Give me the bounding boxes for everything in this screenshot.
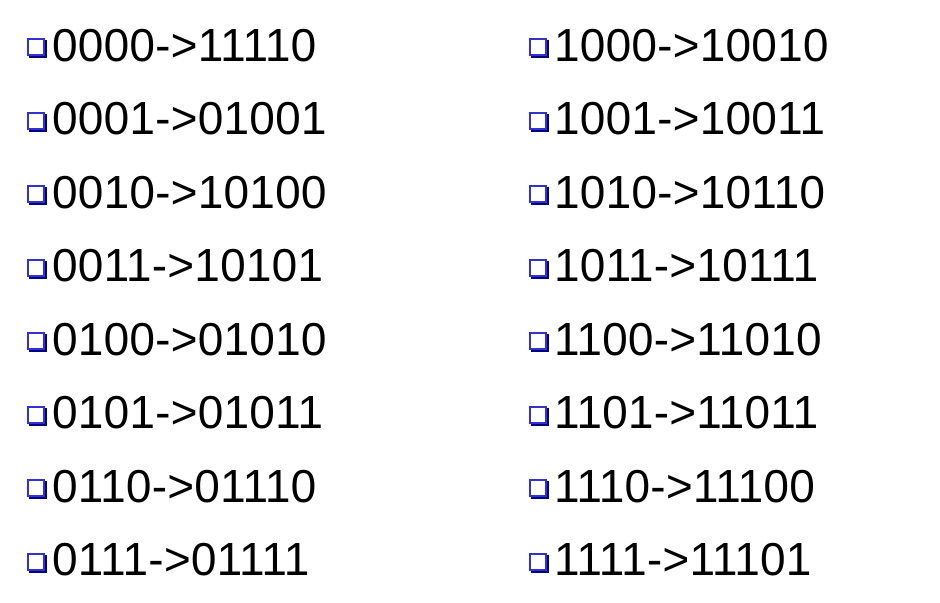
code-mapping-text: 0101->01011	[52, 386, 324, 439]
list-item: 1110->11100	[528, 449, 829, 523]
list-item: 0111->01111	[26, 523, 327, 597]
list-item: 0000->11110	[26, 8, 327, 82]
list-item: 0101->01011	[26, 376, 327, 450]
square-bullet-icon	[26, 331, 48, 353]
list-item: 1001->10011	[528, 82, 829, 156]
square-bullet-icon	[26, 111, 48, 133]
square-bullet-icon	[26, 184, 48, 206]
left-code-column: 0000->11110 0001->01001 0010->10100 0011…	[26, 8, 327, 596]
list-item: 1010->10110	[528, 155, 829, 229]
square-bullet-icon	[26, 478, 48, 500]
square-bullet-icon	[528, 184, 550, 206]
list-item: 1000->10010	[528, 8, 829, 82]
code-mapping-text: 1010->10110	[554, 165, 826, 218]
code-mapping-text: 1110->11100	[554, 459, 815, 512]
code-mapping-text: 0010->10100	[52, 165, 327, 218]
square-bullet-icon	[528, 405, 550, 427]
code-mapping-text: 1001->10011	[554, 92, 826, 145]
list-item: 1100->11010	[528, 302, 829, 376]
square-bullet-icon	[26, 37, 48, 59]
code-mapping-text: 1111->11101	[554, 533, 812, 586]
list-item: 0011->10101	[26, 229, 327, 303]
code-mapping-text: 1100->11010	[554, 312, 822, 365]
list-item: 1011->10111	[528, 229, 829, 303]
square-bullet-icon	[528, 37, 550, 59]
square-bullet-icon	[26, 552, 48, 574]
square-bullet-icon	[528, 331, 550, 353]
code-mapping-text: 1101->11011	[554, 386, 819, 439]
code-mapping-text: 0100->01010	[52, 312, 327, 365]
code-mapping-text: 1011->10111	[554, 239, 819, 292]
code-mapping-text: 0110->01110	[52, 459, 317, 512]
code-mapping-text: 0011->10101	[52, 239, 324, 292]
code-mapping-text: 0000->11110	[52, 18, 317, 71]
square-bullet-icon	[26, 258, 48, 280]
bullet-list-slide: 0000->11110 0001->01001 0010->10100 0011…	[0, 0, 940, 603]
list-item: 1111->11101	[528, 523, 829, 597]
square-bullet-icon	[528, 478, 550, 500]
code-mapping-text: 1000->10010	[554, 18, 829, 71]
square-bullet-icon	[528, 258, 550, 280]
square-bullet-icon	[528, 552, 550, 574]
square-bullet-icon	[528, 111, 550, 133]
list-item: 0100->01010	[26, 302, 327, 376]
code-mapping-text: 0111->01111	[52, 533, 310, 586]
square-bullet-icon	[26, 405, 48, 427]
right-code-column: 1000->10010 1001->10011 1010->10110 1011…	[528, 8, 829, 596]
list-item: 0001->01001	[26, 82, 327, 156]
list-item: 0110->01110	[26, 449, 327, 523]
list-item: 0010->10100	[26, 155, 327, 229]
code-mapping-text: 0001->01001	[52, 92, 327, 145]
list-item: 1101->11011	[528, 376, 829, 450]
